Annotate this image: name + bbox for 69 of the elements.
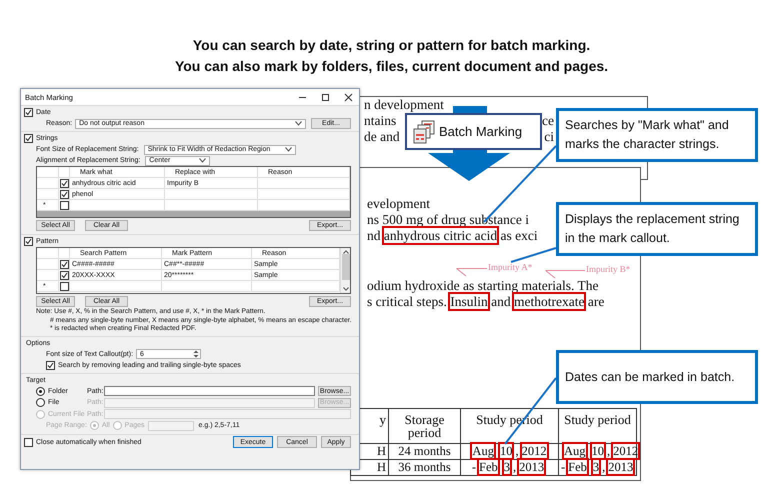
chevron-icon <box>295 121 302 126</box>
path-field[interactable] <box>104 386 315 396</box>
checkbox[interactable] <box>60 260 69 268</box>
marked-text: 10 <box>590 442 606 460</box>
table-cell: - Feb 3 , 2013 <box>558 460 636 476</box>
document-text: ce <box>542 113 554 129</box>
callout-box: Searches by "Mark what" and marks the character strings. <box>556 108 758 162</box>
checkbox[interactable] <box>60 200 69 210</box>
callout-box: Displays the replacement string in the mark callout. <box>556 202 758 256</box>
marked-text: Insulin <box>448 292 490 311</box>
document-text: odium hydroxide as starting materials. The <box>367 278 598 294</box>
checkbox[interactable] <box>46 360 55 370</box>
documents-icon <box>413 120 435 144</box>
leader-line <box>456 268 488 277</box>
marked-text: Aug <box>562 442 588 460</box>
marked-text: 2013 <box>606 458 636 476</box>
scroll-up-icon[interactable] <box>342 250 348 254</box>
table-cell: Aug 10 , 2012 <box>460 444 558 460</box>
spin-button-icon[interactable] <box>193 350 200 358</box>
maximize-icon[interactable] <box>321 92 330 102</box>
radio-button[interactable] <box>36 386 45 396</box>
marked-text: Feb <box>477 458 500 476</box>
checkbox[interactable] <box>60 190 69 198</box>
headline-text: You can search by date, string or pattern for batch marking. <box>192 36 590 55</box>
document-text: ntains <box>364 113 396 129</box>
document-text: de and <box>364 129 400 145</box>
table-cell: 36 months <box>388 460 460 476</box>
document-text: s critical steps. Insulin and methotrexate are <box>367 294 604 310</box>
checkbox[interactable] <box>60 282 69 290</box>
checkbox[interactable] <box>24 438 33 446</box>
checkbox[interactable] <box>24 134 33 143</box>
batch-marking-button[interactable]: Batch Marking <box>405 113 542 150</box>
leader-line <box>545 270 586 279</box>
headline-text: You can also mark by folders, files, current document and pages. <box>174 57 608 76</box>
document-text: evelopment <box>367 196 430 212</box>
callout-box: Dates can be marked in batch. <box>556 350 758 404</box>
chevron-icon <box>199 158 206 163</box>
checkbox[interactable] <box>60 178 69 188</box>
marked-text: anhydrous citric acid <box>382 226 500 245</box>
marked-text: 2013 <box>517 458 546 476</box>
scrollbar[interactable] <box>340 248 350 293</box>
column-header: Storage period <box>388 408 460 444</box>
callout-label: Impurity B* <box>586 264 630 275</box>
document-text: nd anhydrous citric acid as exci <box>367 228 538 244</box>
checkbox[interactable] <box>24 237 33 246</box>
chevron-icon <box>284 147 292 152</box>
marked-text: 10 <box>498 442 514 460</box>
marked-text: Feb <box>566 458 589 476</box>
pages-field[interactable] <box>148 420 194 431</box>
marked-text: 2012 <box>520 442 549 460</box>
marked-text: Aug <box>470 442 496 460</box>
table-cell: 24 months <box>388 444 460 460</box>
document-text: ci <box>544 129 554 145</box>
checkbox[interactable] <box>24 108 33 117</box>
marked-text: 3 <box>590 458 602 476</box>
row-header <box>37 167 59 178</box>
row-header <box>37 248 59 259</box>
close-icon[interactable] <box>344 92 353 102</box>
radio-button[interactable] <box>36 398 45 408</box>
table-cell: - Feb 3 , 2013 <box>460 460 558 476</box>
callout-label: Impurity A* <box>488 262 532 273</box>
column-header: Study period <box>558 408 636 444</box>
scroll-thumb[interactable] <box>342 254 350 280</box>
scroll-down-icon[interactable] <box>342 287 348 291</box>
marked-text: methotrexate <box>512 292 586 311</box>
checkbox[interactable] <box>60 270 69 280</box>
document-text: n development <box>364 97 444 113</box>
marked-text: 3 <box>502 458 512 476</box>
leader-line <box>510 247 556 263</box>
